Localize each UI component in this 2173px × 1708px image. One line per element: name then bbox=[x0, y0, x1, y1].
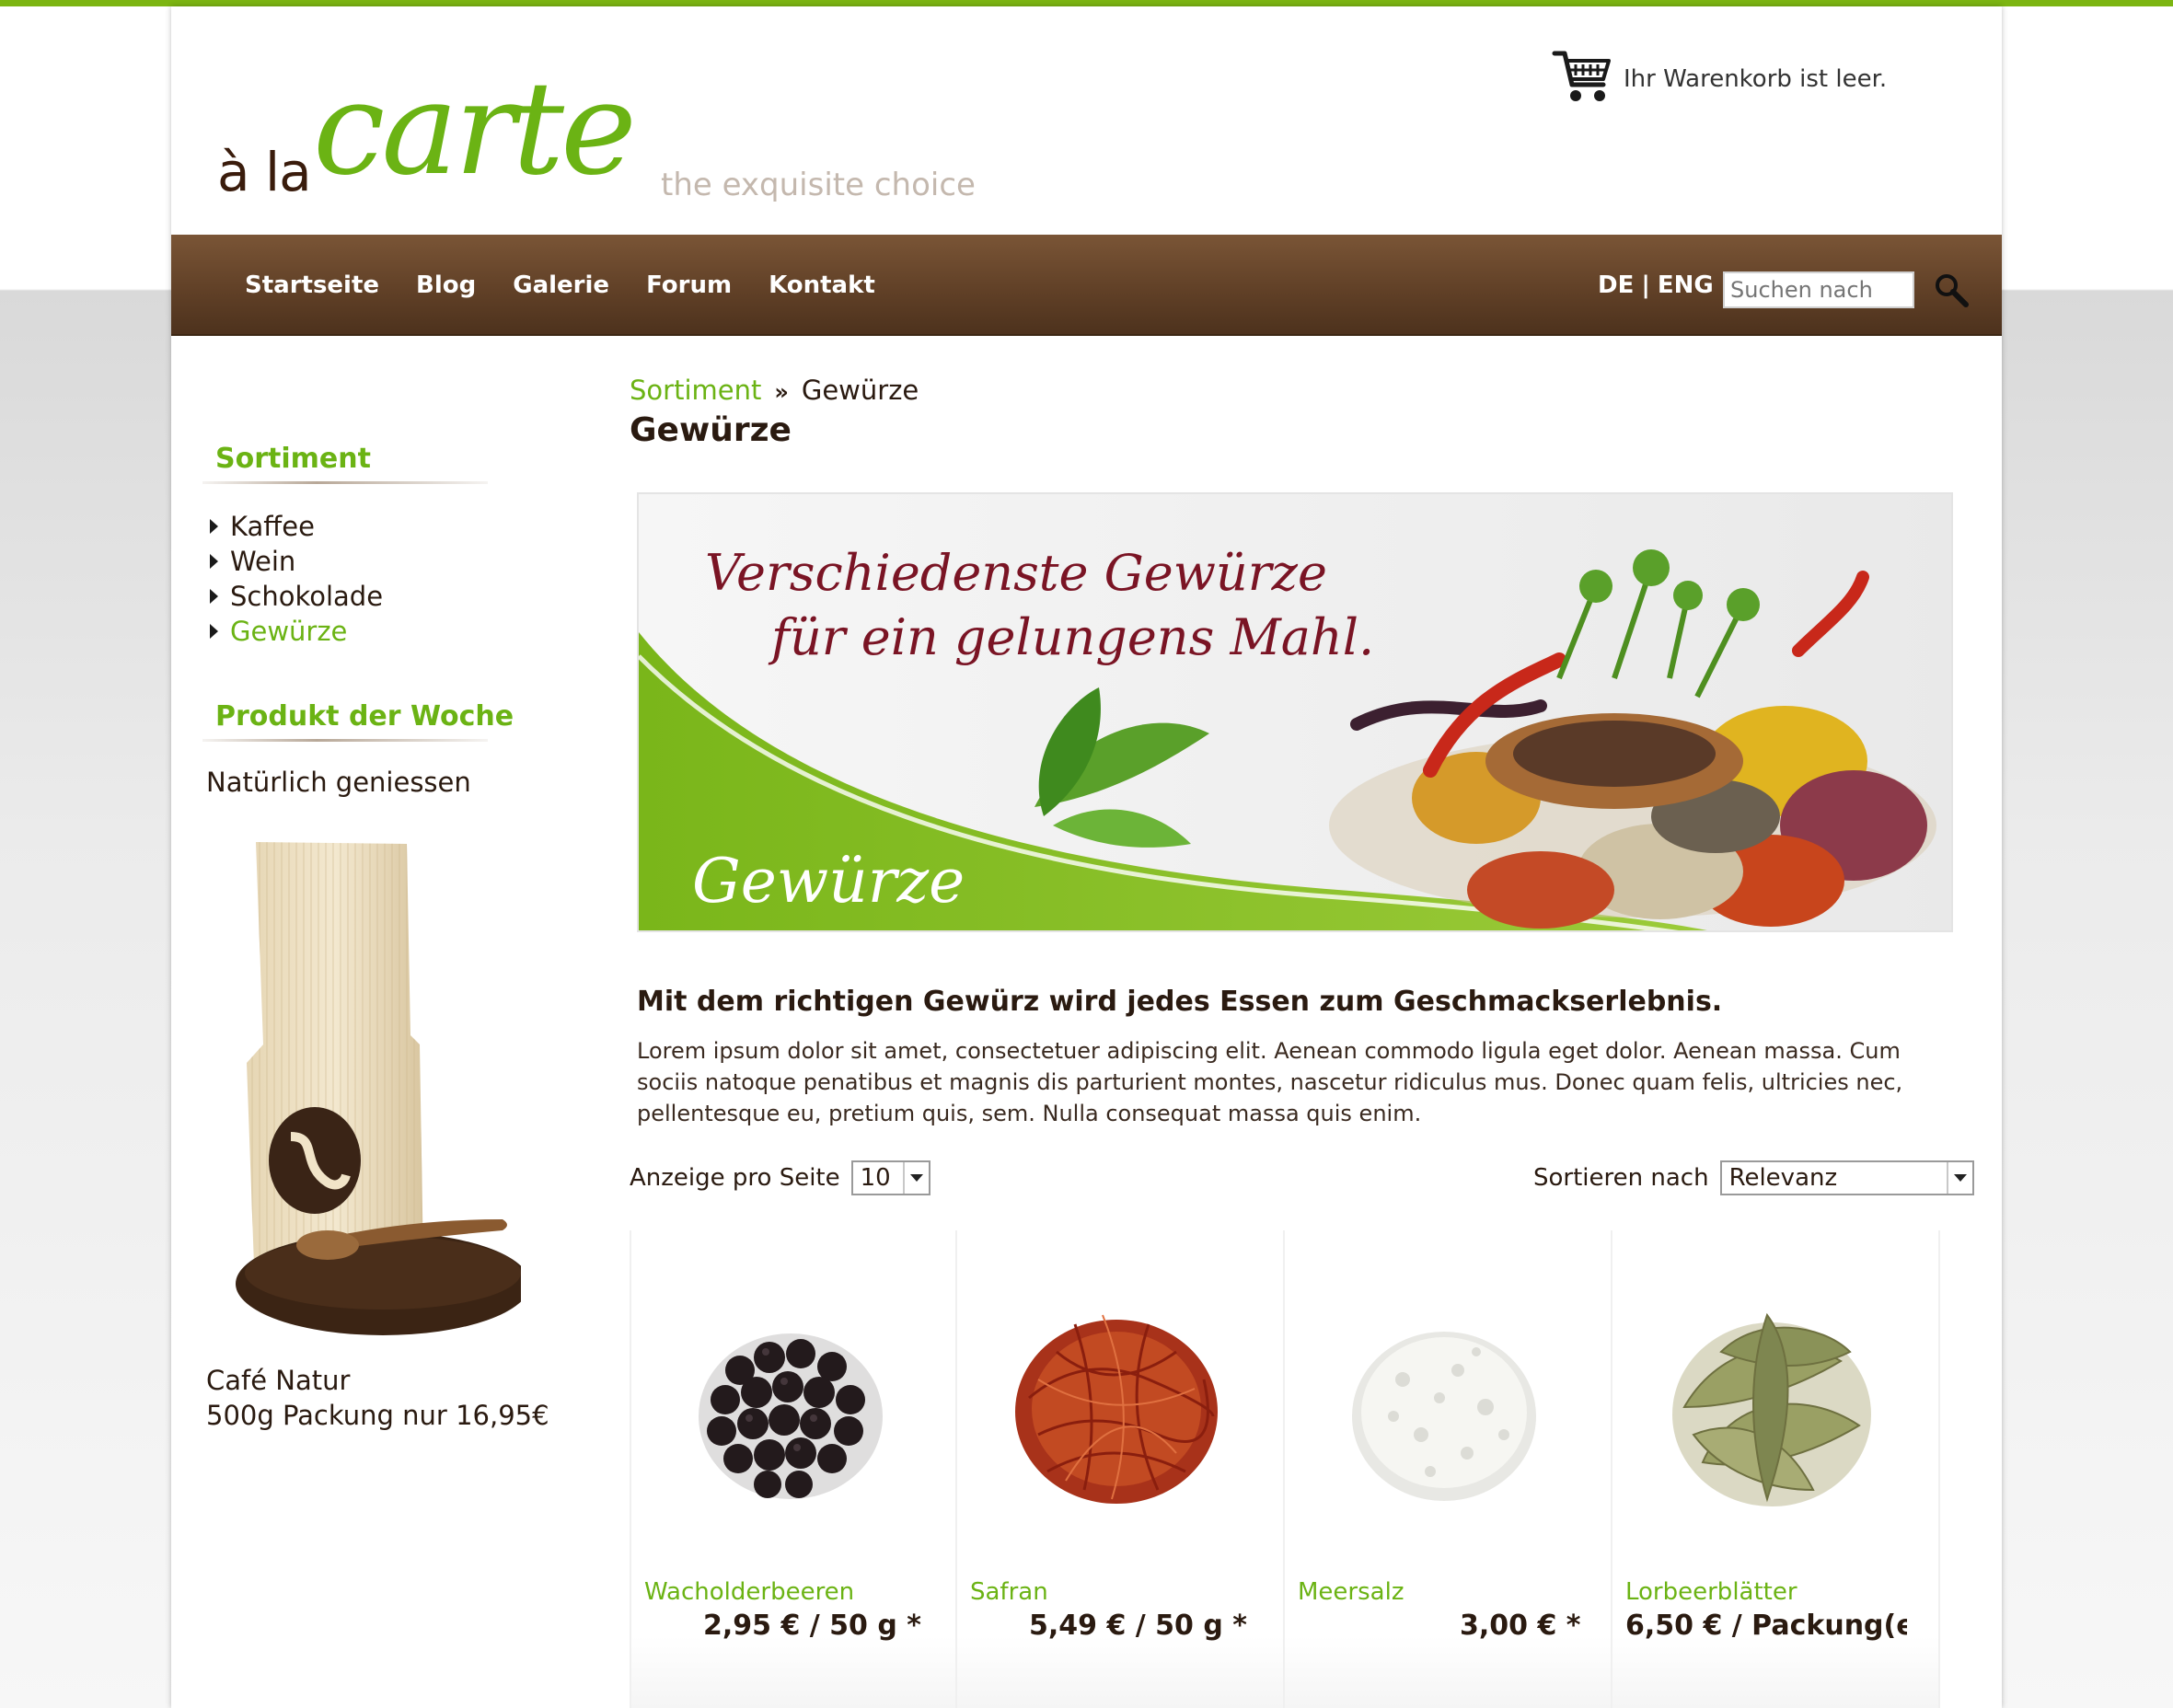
page-title: Gewürze bbox=[630, 411, 792, 449]
sort-label: Sortieren nach bbox=[1533, 1164, 1709, 1192]
shopping-cart-icon bbox=[1552, 51, 1611, 101]
sort-control: Sortieren nach Relevanz bbox=[1533, 1160, 1974, 1195]
category-banner: Verschiedenste Gewürze für ein gelungens… bbox=[637, 492, 1953, 932]
category-item-schokolade[interactable]: Schokolade bbox=[208, 579, 383, 614]
sidebar-sortiment-heading: Sortiment bbox=[215, 443, 371, 475]
bullet-arrow-icon bbox=[210, 519, 218, 534]
breadcrumb: Sortiment » Gewürze bbox=[630, 375, 919, 406]
per-page-control: Anzeige pro Seite 10 bbox=[630, 1160, 930, 1195]
chevron-down-icon bbox=[1946, 1162, 1972, 1194]
per-page-select[interactable]: 10 bbox=[850, 1160, 930, 1195]
product-card[interactable]: Wacholderbeeren 2,95 € / 50 g * bbox=[630, 1230, 957, 1708]
sidebar-divider bbox=[202, 739, 488, 742]
bullet-arrow-icon bbox=[210, 554, 218, 569]
main-navbar: Startseite Blog Galerie Forum Kontakt DE… bbox=[171, 235, 2002, 336]
breadcrumb-current: Gewürze bbox=[801, 375, 919, 406]
bullet-arrow-icon bbox=[210, 589, 218, 604]
product-card[interactable]: Safran 5,49 € / 50 g * bbox=[957, 1230, 1285, 1708]
sort-select[interactable]: Relevanz bbox=[1719, 1160, 1974, 1195]
juniper-berries-image[interactable] bbox=[685, 1297, 896, 1518]
nav-item-forum[interactable]: Forum bbox=[646, 271, 732, 299]
potw-product-offer: 500g Packung nur 16,95€ bbox=[206, 1400, 549, 1431]
sort-value: Relevanz bbox=[1728, 1164, 1838, 1192]
product-card[interactable]: Meersalz 3,00 € * bbox=[1285, 1230, 1612, 1708]
category-item-kaffee[interactable]: Kaffee bbox=[208, 509, 383, 544]
nav-item-blog[interactable]: Blog bbox=[416, 271, 476, 299]
product-price: 2,95 € / 50 g * bbox=[703, 1610, 921, 1642]
category-list: Kaffee Wein Schokolade Gewürze bbox=[208, 509, 383, 649]
lang-de-link[interactable]: DE bbox=[1598, 271, 1634, 299]
product-name[interactable]: Safran bbox=[970, 1578, 1048, 1606]
bullet-arrow-icon bbox=[210, 624, 218, 639]
logo-main: carte bbox=[313, 54, 637, 204]
language-switcher: DE | ENG bbox=[1598, 235, 1714, 336]
sidebar-divider bbox=[202, 481, 488, 484]
nav-menu: Startseite Blog Galerie Forum Kontakt bbox=[245, 235, 875, 336]
category-item-wein[interactable]: Wein bbox=[208, 544, 383, 579]
potw-product-name[interactable]: Café Natur bbox=[206, 1365, 350, 1396]
lang-eng-link[interactable]: ENG bbox=[1658, 271, 1714, 299]
product-name[interactable]: Meersalz bbox=[1298, 1578, 1404, 1606]
intro-paragraph: Lorem ipsum dolor sit amet, consectetuer… bbox=[637, 1038, 1903, 1126]
category-item-gewuerze[interactable]: Gewürze bbox=[208, 614, 383, 649]
bay-leaves-image[interactable] bbox=[1666, 1297, 1878, 1518]
saffron-image[interactable] bbox=[1011, 1297, 1222, 1518]
coffee-bag-image[interactable] bbox=[226, 833, 521, 1348]
breadcrumb-link-sortiment[interactable]: Sortiment bbox=[630, 375, 761, 406]
page-container: à la carte the exquisite choice Ihr Ware… bbox=[171, 6, 2002, 1708]
product-price: 3,00 € * bbox=[1460, 1610, 1581, 1642]
banner-headline-line1: Verschiedenste Gewürze bbox=[705, 544, 1327, 602]
intro-heading: Mit dem richtigen Gewürz wird jedes Esse… bbox=[637, 986, 1723, 1018]
logo-prefix: à la bbox=[217, 141, 312, 203]
product-name[interactable]: Lorbeerblätter bbox=[1625, 1578, 1797, 1606]
top-accent-stripe bbox=[0, 0, 2173, 6]
per-page-value: 10 bbox=[860, 1164, 891, 1192]
cart-status-text: Ihr Warenkorb ist leer. bbox=[1624, 65, 1888, 93]
nav-item-kontakt[interactable]: Kontakt bbox=[769, 271, 875, 299]
banner-category-label: Gewürze bbox=[692, 846, 965, 917]
potw-subtitle: Natürlich geniessen bbox=[206, 767, 471, 798]
cart-status[interactable]: Ihr Warenkorb ist leer. bbox=[1552, 48, 1887, 105]
sidebar-potw-heading: Produkt der Woche bbox=[215, 700, 514, 733]
magnifier-icon[interactable] bbox=[1933, 271, 1970, 308]
breadcrumb-separator: » bbox=[774, 379, 789, 405]
product-card[interactable]: Lorbeerblätter 6,50 € / Packung(en) bbox=[1612, 1230, 1940, 1708]
chevron-down-icon bbox=[902, 1162, 929, 1194]
nav-item-startseite[interactable]: Startseite bbox=[245, 271, 379, 299]
product-price: 5,49 € / 50 g * bbox=[1029, 1610, 1247, 1642]
nav-item-galerie[interactable]: Galerie bbox=[513, 271, 609, 299]
product-grid: Wacholderbeeren 2,95 € / 50 g * Safran 5… bbox=[630, 1230, 1955, 1708]
site-tagline: the exquisite choice bbox=[661, 167, 976, 203]
search-input[interactable] bbox=[1723, 271, 1914, 308]
product-price: 6,50 € / Packung(en) bbox=[1625, 1610, 1907, 1642]
sea-salt-image[interactable] bbox=[1338, 1297, 1550, 1518]
lang-separator: | bbox=[1641, 271, 1650, 299]
per-page-label: Anzeige pro Seite bbox=[630, 1164, 840, 1192]
product-name[interactable]: Wacholderbeeren bbox=[644, 1578, 854, 1606]
banner-headline-line2: für ein gelungens Mahl. bbox=[771, 608, 1375, 666]
